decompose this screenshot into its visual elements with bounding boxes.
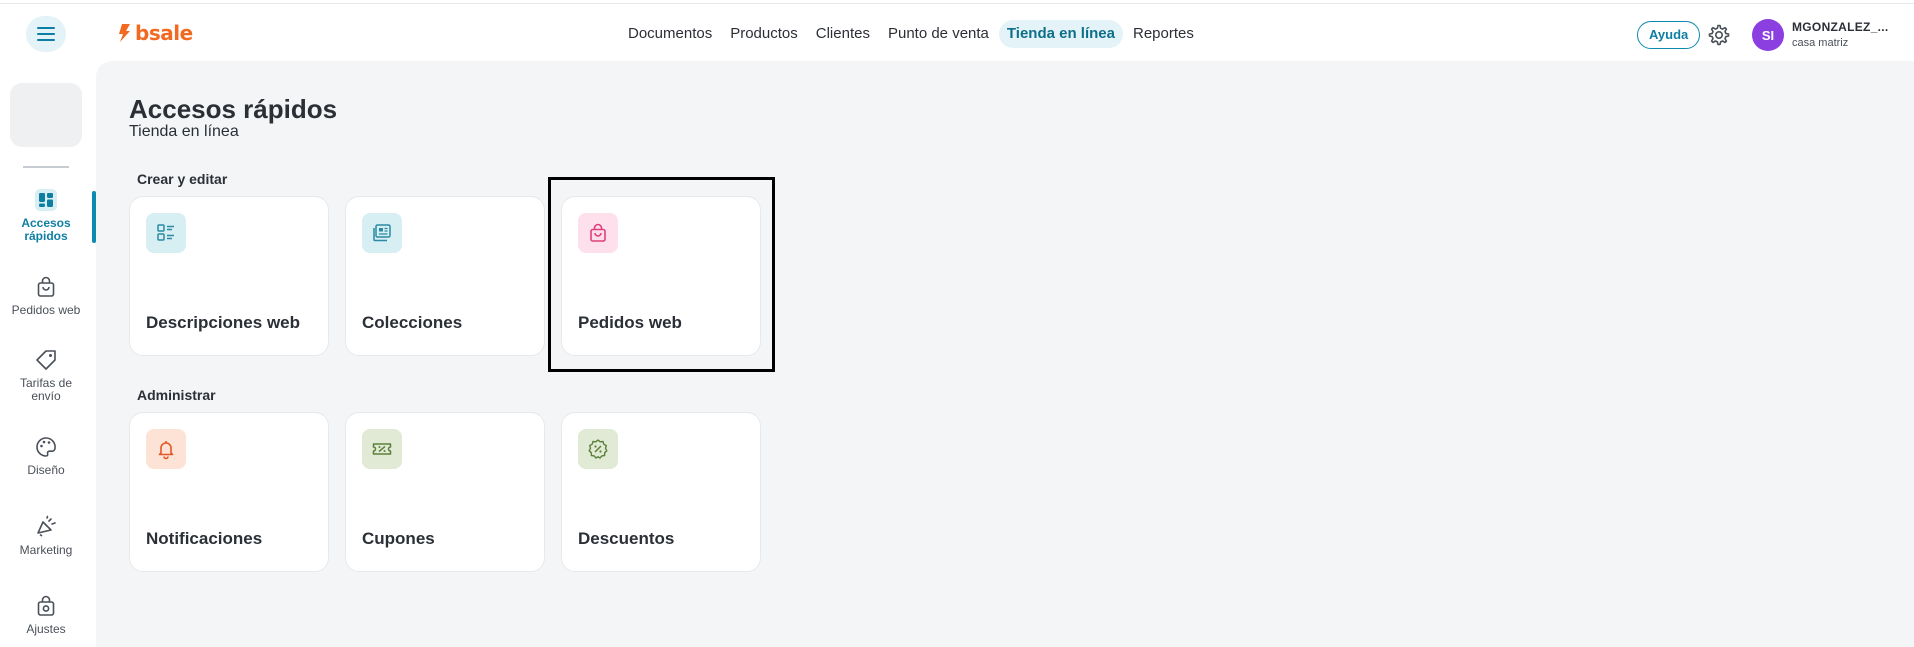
user-name[interactable]: MGONZALEZ_... [1792,20,1889,34]
nav-tienda-en-linea[interactable]: Tienda en línea [998,20,1123,48]
sidebar-item-label: rápidos [24,229,68,243]
hamburger-menu-button[interactable] [26,16,66,52]
dashboard-icon [35,189,57,211]
section-label-crear-y-editar: Crear y editar [137,171,228,187]
hamburger-icon [37,27,55,41]
section-label-administrar: Administrar [137,387,216,403]
card-pedidos-web[interactable]: Pedidos web [561,196,761,356]
sidebar: Accesos rápidos Pedidos web Tarifas de e… [0,61,96,647]
nav-productos[interactable]: Productos [722,20,806,48]
card-icon-box [362,429,402,469]
card-icon-box [146,429,186,469]
tag-icon [36,350,56,370]
card-notificaciones[interactable]: Notificaciones [129,412,329,572]
settings-bag-icon [37,595,55,616]
nav-reportes[interactable]: Reportes [1125,20,1202,48]
card-title: Descuentos [578,529,675,548]
palette-icon [36,437,56,457]
collections-icon [373,224,391,242]
card-descuentos[interactable]: Descuentos [561,412,761,572]
store-logo-placeholder[interactable] [10,83,82,147]
sidebar-item-ajustes[interactable]: Ajustes [0,594,92,636]
card-icon-box [578,213,618,253]
card-descripciones-web[interactable]: Descripciones web [129,196,329,356]
page-subtitle: Tienda en línea [129,123,239,140]
card-title: Colecciones [362,313,463,332]
gear-icon[interactable] [1707,23,1731,47]
bell-icon [158,441,174,460]
nav-documentos[interactable]: Documentos [620,20,720,48]
help-button[interactable]: Ayuda [1637,21,1701,49]
avatar[interactable]: SI [1752,19,1784,51]
discount-badge-icon [588,439,608,459]
page-title: Accesos rápidos [129,94,338,124]
sidebar-item-label: envío [31,389,61,403]
user-branch: casa matriz [1792,37,1849,49]
sidebar-item-tarifas-de-envio[interactable]: Tarifas de envío [0,348,92,403]
description-list-icon [157,224,174,241]
sidebar-item-pedidos-web[interactable]: Pedidos web [0,275,92,317]
sidebar-item-accesos-rapidos[interactable]: Accesos rápidos [0,188,92,243]
card-colecciones[interactable]: Colecciones [345,196,545,356]
sidebar-item-label: Marketing [19,543,73,557]
top-bar: bsale Documentos Productos Clientes Punt… [0,3,1914,61]
sidebar-item-label: Pedidos web [11,303,81,317]
coupon-icon [372,443,392,455]
shopping-bag-icon [590,223,606,242]
sidebar-item-label: Ajustes [26,622,66,636]
card-icon-box [578,429,618,469]
sidebar-item-diseno[interactable]: Diseño [0,435,92,477]
card-title: Cupones [362,529,435,548]
card-title: Pedidos web [578,313,682,332]
nav-clientes[interactable]: Clientes [808,20,878,48]
card-title: Descripciones web [146,313,301,332]
main-content: Accesos rápidos Tienda en línea Crear y … [96,61,1914,647]
logo-text: bsale [135,21,193,45]
card-icon-box [146,213,186,253]
bsale-logo-mark-icon [119,24,130,42]
sidebar-divider [23,166,69,168]
card-title: Notificaciones [146,529,263,548]
top-navigation: Documentos Productos Clientes Punto de v… [620,20,1202,48]
bsale-logo[interactable]: bsale [118,21,193,45]
shopping-bag-icon [37,276,55,297]
card-cupones[interactable]: Cupones [345,412,545,572]
nav-punto-de-venta[interactable]: Punto de venta [880,20,997,48]
card-icon-box [362,213,402,253]
megaphone-icon [37,515,56,537]
sidebar-item-marketing[interactable]: Marketing [0,515,92,557]
sidebar-item-label: Diseño [27,463,65,477]
